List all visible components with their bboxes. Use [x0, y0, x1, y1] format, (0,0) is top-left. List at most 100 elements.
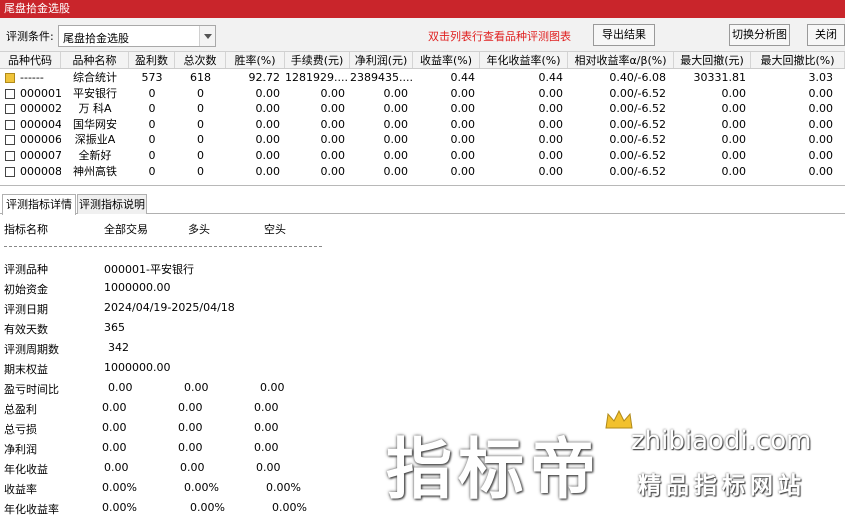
col-wins-cell: 0	[148, 133, 156, 147]
col-total-cell: 0	[197, 133, 204, 147]
col-maxddpct-cell: 0.00	[808, 117, 834, 131]
col-wins-cell: 0	[148, 149, 156, 162]
criteria-label: 评测条件:	[6, 30, 54, 43]
col-total-cell: 0	[197, 117, 204, 131]
metric-long: 0.00	[178, 421, 203, 434]
col-wins-cell: 0	[148, 117, 156, 131]
folder-icon[interactable]	[5, 73, 15, 83]
col-maxdd-cell: 0.00	[721, 133, 747, 147]
col-total-cell: 0	[197, 149, 204, 162]
details-header-long: 多头	[188, 223, 210, 236]
results-table[interactable]: 品种代码 品种名称 盈利数 总次数 胜率(%) 手续费(元) 净利润(元) 收益率(%) 年化收…	[0, 52, 845, 186]
checkbox-icon[interactable]	[5, 119, 15, 130]
metric-label: 期末权益	[4, 363, 48, 376]
details-header-all: 全部交易	[104, 223, 148, 236]
col-profit-cell: 0.00	[383, 133, 409, 147]
criteria-select[interactable]: 尾盘拾金选股	[58, 25, 216, 47]
col-return-cell: 0.44	[450, 71, 476, 84]
col-fee-cell: 0.00	[320, 149, 346, 162]
checkbox-icon[interactable]	[5, 135, 15, 146]
metric-row: 期末权益 1000000.00	[4, 361, 324, 379]
metric-label: 总亏损	[4, 423, 37, 436]
metric-row: 评测周期数 342	[4, 341, 324, 359]
col-code-cell: ------	[0, 70, 61, 86]
tab-metric-details[interactable]: 评测指标详情	[2, 194, 76, 215]
col-profit-cell: 0.00	[383, 149, 409, 162]
col-fee-cell: 0.00	[320, 86, 346, 100]
column-header-return[interactable]: 收益率(%)	[413, 52, 480, 68]
column-header-profit[interactable]: 净利润(元)	[350, 52, 413, 68]
column-header-name[interactable]: 品种名称	[61, 52, 129, 68]
column-header-maxddpct[interactable]: 最大回撤比(%)	[751, 52, 845, 68]
table-header: 品种代码 品种名称 盈利数 总次数 胜率(%) 手续费(元) 净利润(元) 收益率(%) 年化收…	[0, 52, 845, 69]
details-header: 指标名称 全部交易 多头 空头	[4, 221, 324, 237]
col-total-cell: 0	[197, 86, 204, 100]
col-profit-cell: 2389435....	[350, 71, 413, 84]
switch-chart-button[interactable]: 切换分析图	[729, 24, 790, 46]
table-row-summary[interactable]: ------ 综合统计 573 618 92.72 1281929.... 2389435.…	[0, 70, 845, 86]
col-relative-cell: 0.00/-6.52	[609, 86, 666, 100]
col-winrate-cell: 0.00	[255, 164, 281, 178]
checkbox-icon[interactable]	[5, 166, 15, 177]
column-header-total[interactable]: 总次数	[175, 52, 226, 68]
col-fee-cell: 0.00	[320, 164, 346, 178]
metric-row: 总盈利 0.00 0.00 0.00	[4, 401, 324, 419]
export-results-button[interactable]: 导出结果	[593, 24, 655, 46]
column-header-relative[interactable]: 相对收益率α/β(%)	[568, 52, 674, 68]
metric-row: 评测品种 000001-平安银行	[4, 261, 324, 279]
window-title-bar: 尾盘拾金选股	[0, 0, 845, 18]
metric-all: 0.00%	[102, 481, 137, 494]
col-fee-cell: 0.00	[320, 133, 346, 147]
metric-all: 0.00	[102, 401, 127, 414]
code-text: 000004	[20, 117, 61, 131]
metric-all: 0.00	[104, 461, 129, 474]
column-header-winrate[interactable]: 胜率(%)	[226, 52, 285, 68]
col-annual-cell: 0.44	[538, 71, 564, 84]
column-header-maxdd[interactable]: 最大回撤(元)	[674, 52, 751, 68]
toolbar: 评测条件: 尾盘拾金选股 双击列表行查看品种评测图表 导出结果 切换分析图 关闭	[0, 18, 845, 52]
checkbox-icon[interactable]	[5, 151, 15, 161]
table-row[interactable]: 000007 全新好 0 0 0.00 0.00 0.00 0.00 0.00 0.00/-6.5…	[0, 148, 845, 164]
col-total-cell: 618	[190, 71, 211, 84]
metric-long: 0.00	[178, 441, 203, 454]
metric-label: 收益率	[4, 483, 37, 496]
col-relative-cell: 0.40/-6.08	[609, 71, 666, 84]
col-maxddpct-cell: 3.03	[808, 71, 834, 84]
checkbox-icon[interactable]	[5, 88, 15, 99]
table-row[interactable]: 000001 平安银行 0 0 0.00 0.00 0.00 0.00 0.00 0.00/-6.…	[0, 86, 845, 102]
column-header-code[interactable]: 品种代码	[0, 52, 61, 68]
checkbox-icon[interactable]	[5, 104, 15, 115]
col-name-cell: 神州高铁	[73, 164, 117, 178]
metric-row: 初始资金 1000000.00	[4, 281, 324, 299]
metric-all: 2024/04/19-2025/04/18	[104, 301, 235, 314]
table-row[interactable]: 000002 万 科A 0 0 0.00 0.00 0.00 0.00 0.00 0.00/-6.…	[0, 101, 845, 117]
watermark: 指标帝 zhibiaodi.com 精品指标网站	[376, 408, 845, 526]
metric-short: 0.00	[254, 401, 279, 414]
metric-all: 0.00%	[102, 501, 137, 514]
chevron-down-icon[interactable]	[199, 26, 215, 46]
col-profit-cell: 0.00	[383, 102, 409, 116]
col-name-cell: 全新好	[78, 149, 112, 162]
column-header-fee[interactable]: 手续费(元)	[285, 52, 350, 68]
details-header-short: 空头	[264, 223, 286, 236]
col-return-cell: 0.00	[450, 149, 476, 162]
metric-short: 0.00	[256, 461, 281, 474]
metric-all: 0.00	[102, 441, 127, 454]
col-annual-cell: 0.00	[538, 133, 564, 147]
col-profit-cell: 0.00	[383, 117, 409, 131]
metric-label: 年化收益率	[4, 503, 59, 516]
col-code-cell: 000002	[0, 101, 61, 117]
column-header-annual[interactable]: 年化收益率(%)	[480, 52, 568, 68]
col-maxddpct-cell: 0.00	[808, 149, 834, 162]
tab-metric-description[interactable]: 评测指标说明	[77, 194, 147, 214]
metric-all: 365	[104, 321, 125, 334]
column-header-wins[interactable]: 盈利数	[129, 52, 175, 68]
table-row[interactable]: 000008 神州高铁 0 0 0.00 0.00 0.00 0.00 0.00 0.00/-6.…	[0, 164, 845, 180]
close-button[interactable]: 关闭	[807, 24, 845, 46]
col-code-cell: 000006	[0, 132, 61, 148]
table-row[interactable]: 000004 国华网安 0 0 0.00 0.00 0.00 0.00 0.00 0.00/-6.…	[0, 117, 845, 133]
table-row[interactable]: 000006 深振业A 0 0 0.00 0.00 0.00 0.00 0.00 0.00/-6.…	[0, 132, 845, 148]
metric-row: 净利润 0.00 0.00 0.00	[4, 441, 324, 459]
window-title: 尾盘拾金选股	[4, 2, 70, 15]
metric-long: 0.00	[184, 381, 209, 394]
